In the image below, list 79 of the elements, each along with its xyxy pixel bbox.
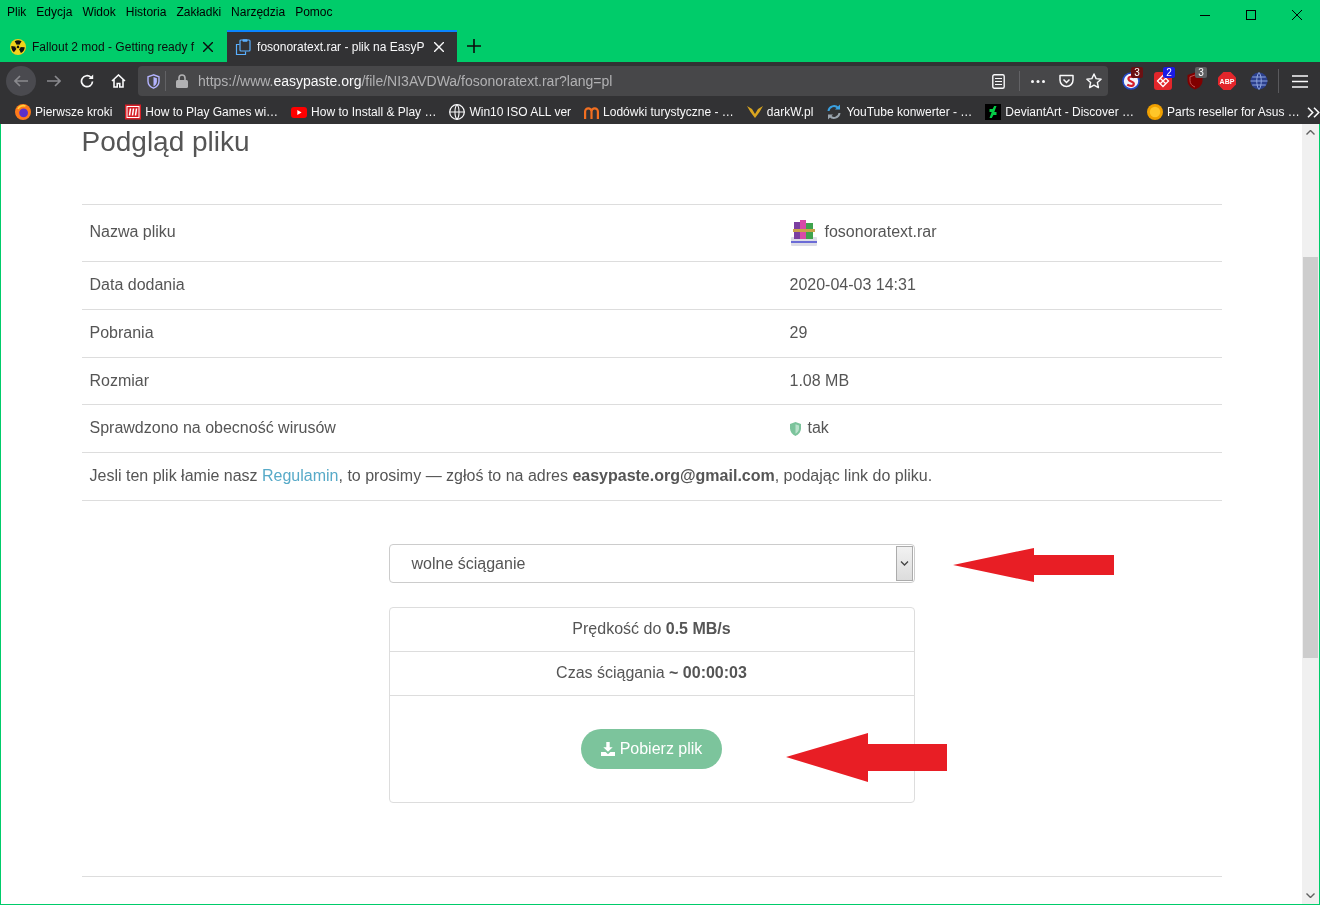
globe-icon	[449, 104, 466, 120]
notification-count: 3	[1131, 67, 1143, 78]
striped-square-icon	[125, 104, 142, 120]
shield-icon	[789, 421, 801, 436]
scrollbar-thumb[interactable]	[1303, 257, 1318, 658]
chevron-down-icon	[895, 546, 913, 582]
maximize-icon	[1246, 10, 1256, 20]
menu-item[interactable]: Historia	[120, 0, 172, 24]
notification-count: 2	[1163, 67, 1175, 78]
notice-text: Jesli ten plik łamie nasz Regulamin, to prosimy — zgłoś to na adres easypaste.org@gmail.com, podając link do pliku.	[88, 466, 934, 487]
detail-label: Nazwa pliku	[88, 222, 177, 243]
radiation-icon	[10, 39, 26, 55]
detail-label: Data dodania	[88, 274, 186, 295]
extension-button[interactable]: 3	[1115, 67, 1147, 95]
bookmark-link[interactable]: Pierwsze kroki	[9, 101, 119, 123]
bookmark-link[interactable]: How to Install & Play …	[285, 101, 443, 123]
coin-icon	[1147, 104, 1163, 120]
close-icon	[203, 42, 214, 52]
menu-item[interactable]: Plik	[2, 0, 32, 24]
close-icon	[1292, 10, 1302, 20]
menu-item[interactable]: Edycja	[31, 0, 78, 24]
zigzag-icon	[985, 104, 1002, 120]
close-icon	[433, 42, 444, 52]
bookmark-link[interactable]: darkW.pl	[740, 101, 820, 123]
info-text: Czas ściągania ~ 00:00:03	[389, 651, 914, 696]
chevrons-right-icon	[1306, 106, 1320, 118]
info-text: Prędkość do 0.5 MB/s	[389, 608, 914, 652]
arrow-left-icon	[14, 75, 28, 87]
detail-value: 29	[788, 322, 809, 343]
menu-item[interactable]: Narzędzia	[226, 0, 291, 24]
notification-count: 3	[1195, 67, 1207, 78]
detail-value: 2020-04-03 14:31	[788, 274, 917, 295]
url-text[interactable]: https://www.easypaste.org/file/NI3AVDWa/fosonoratext.rar?lang=pl	[198, 73, 986, 89]
browser-tab[interactable]: fosonoratext.rar - plik na EasyP	[227, 30, 457, 62]
ellipsis-icon	[1031, 79, 1045, 83]
reload-icon	[80, 74, 94, 88]
play-icon	[291, 106, 308, 118]
minimize-icon	[1200, 14, 1210, 16]
detail-label: Rozmiar	[88, 370, 151, 391]
browser-tab[interactable]: Fallout 2 mod - Getting ready f	[2, 30, 227, 62]
download-mode-select[interactable]: wolne ściąganie	[388, 544, 915, 584]
lock-icon	[176, 74, 188, 88]
detail-label: Pobrania	[88, 322, 155, 343]
clipboard-icon	[235, 39, 252, 55]
document-icon	[991, 73, 1005, 89]
download-icon	[600, 741, 615, 756]
home-icon	[110, 74, 126, 88]
wings-icon	[746, 106, 763, 118]
menu-item[interactable]: Pomoc	[290, 0, 338, 24]
menu-item[interactable]: Widok	[77, 0, 121, 24]
chevron-down-icon	[1306, 893, 1315, 898]
menu-icon	[1292, 74, 1308, 88]
sync-arrows-icon	[826, 104, 843, 120]
detail-value: 1.08 MB	[788, 370, 851, 391]
globe-icon	[1250, 72, 1268, 90]
chevron-up-icon	[1306, 130, 1315, 135]
status-text: tak	[807, 418, 829, 439]
scrollbar[interactable]	[1302, 124, 1319, 904]
extension-button[interactable]: 2	[1147, 67, 1179, 95]
bookmark-link[interactable]: Lodówki turystyczne - …	[578, 101, 740, 123]
round-logo-icon	[15, 104, 31, 120]
detail-label: Sprawdzono na obecność wirusów	[88, 418, 337, 439]
shield-icon	[146, 73, 160, 89]
arrow-right-icon	[47, 75, 61, 87]
arches-icon	[584, 105, 600, 119]
menu-item[interactable]: Zakładki	[171, 0, 227, 24]
bookmark-link[interactable]: Win10 ISO ALL ver	[443, 101, 578, 123]
chevron-shield-icon	[1058, 74, 1074, 88]
address-bar[interactable]: https://www.easypaste.org/file/NI3AVDWa/fosonoratext.rar?lang=pl	[138, 66, 1108, 96]
star-icon	[1086, 73, 1102, 89]
bookmark-link[interactable]: Parts reseller for Asus …	[1141, 101, 1306, 123]
bookmark-link[interactable]: DeviantArt - Discover …	[979, 101, 1140, 123]
book-stack-icon	[789, 218, 818, 247]
page-title: Podgląd pliku	[81, 127, 251, 158]
extension-button[interactable]: 3	[1179, 67, 1211, 95]
bookmark-link[interactable]: YouTube konwerter - …	[820, 101, 979, 123]
plus-icon	[466, 39, 481, 53]
bookmark-link[interactable]: How to Play Games wi…	[119, 101, 285, 123]
file-name: fosonoratext.rar	[824, 222, 937, 243]
